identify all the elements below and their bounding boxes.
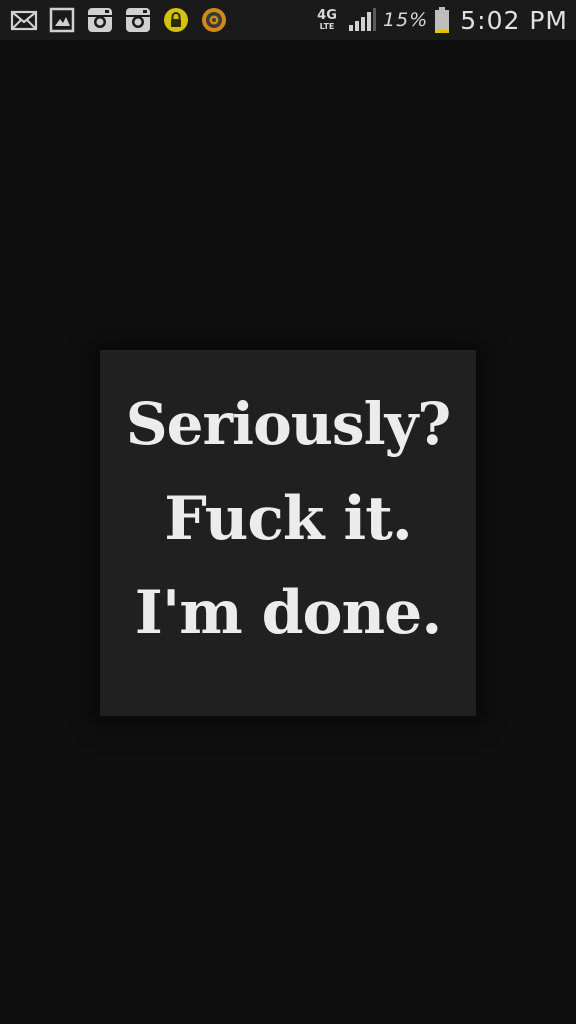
- instagram-icon: [86, 6, 114, 34]
- screen: 4G LTE 15% 5:02 PM Seriously? Fuck it. I…: [0, 0, 576, 1024]
- quote-line-1: Seriously?: [125, 390, 452, 458]
- quote-line-2: Fuck it.: [164, 484, 413, 554]
- instagram-icon: [124, 6, 152, 34]
- network-subtype-label: LTE: [319, 21, 335, 31]
- system-status: 4G LTE 15% 5:02 PM: [313, 4, 568, 36]
- battery-icon: [434, 6, 450, 34]
- lock-icon: [162, 6, 190, 34]
- target-app-icon: [200, 6, 228, 34]
- quote-image[interactable]: Seriously? Fuck it. I'm done.: [100, 350, 476, 716]
- notification-icons: [10, 6, 228, 34]
- signal-strength-icon: [347, 7, 377, 33]
- mail-icon: [10, 6, 38, 34]
- network-type: 4G LTE: [313, 7, 341, 31]
- gallery-icon: [48, 6, 76, 34]
- battery-percentage: 15%: [383, 9, 429, 31]
- network-type-label: 4G: [317, 7, 337, 23]
- quote-line-3: I'm done.: [134, 578, 442, 648]
- clock: 5:02 PM: [460, 5, 568, 35]
- status-bar[interactable]: 4G LTE 15% 5:02 PM: [0, 0, 576, 40]
